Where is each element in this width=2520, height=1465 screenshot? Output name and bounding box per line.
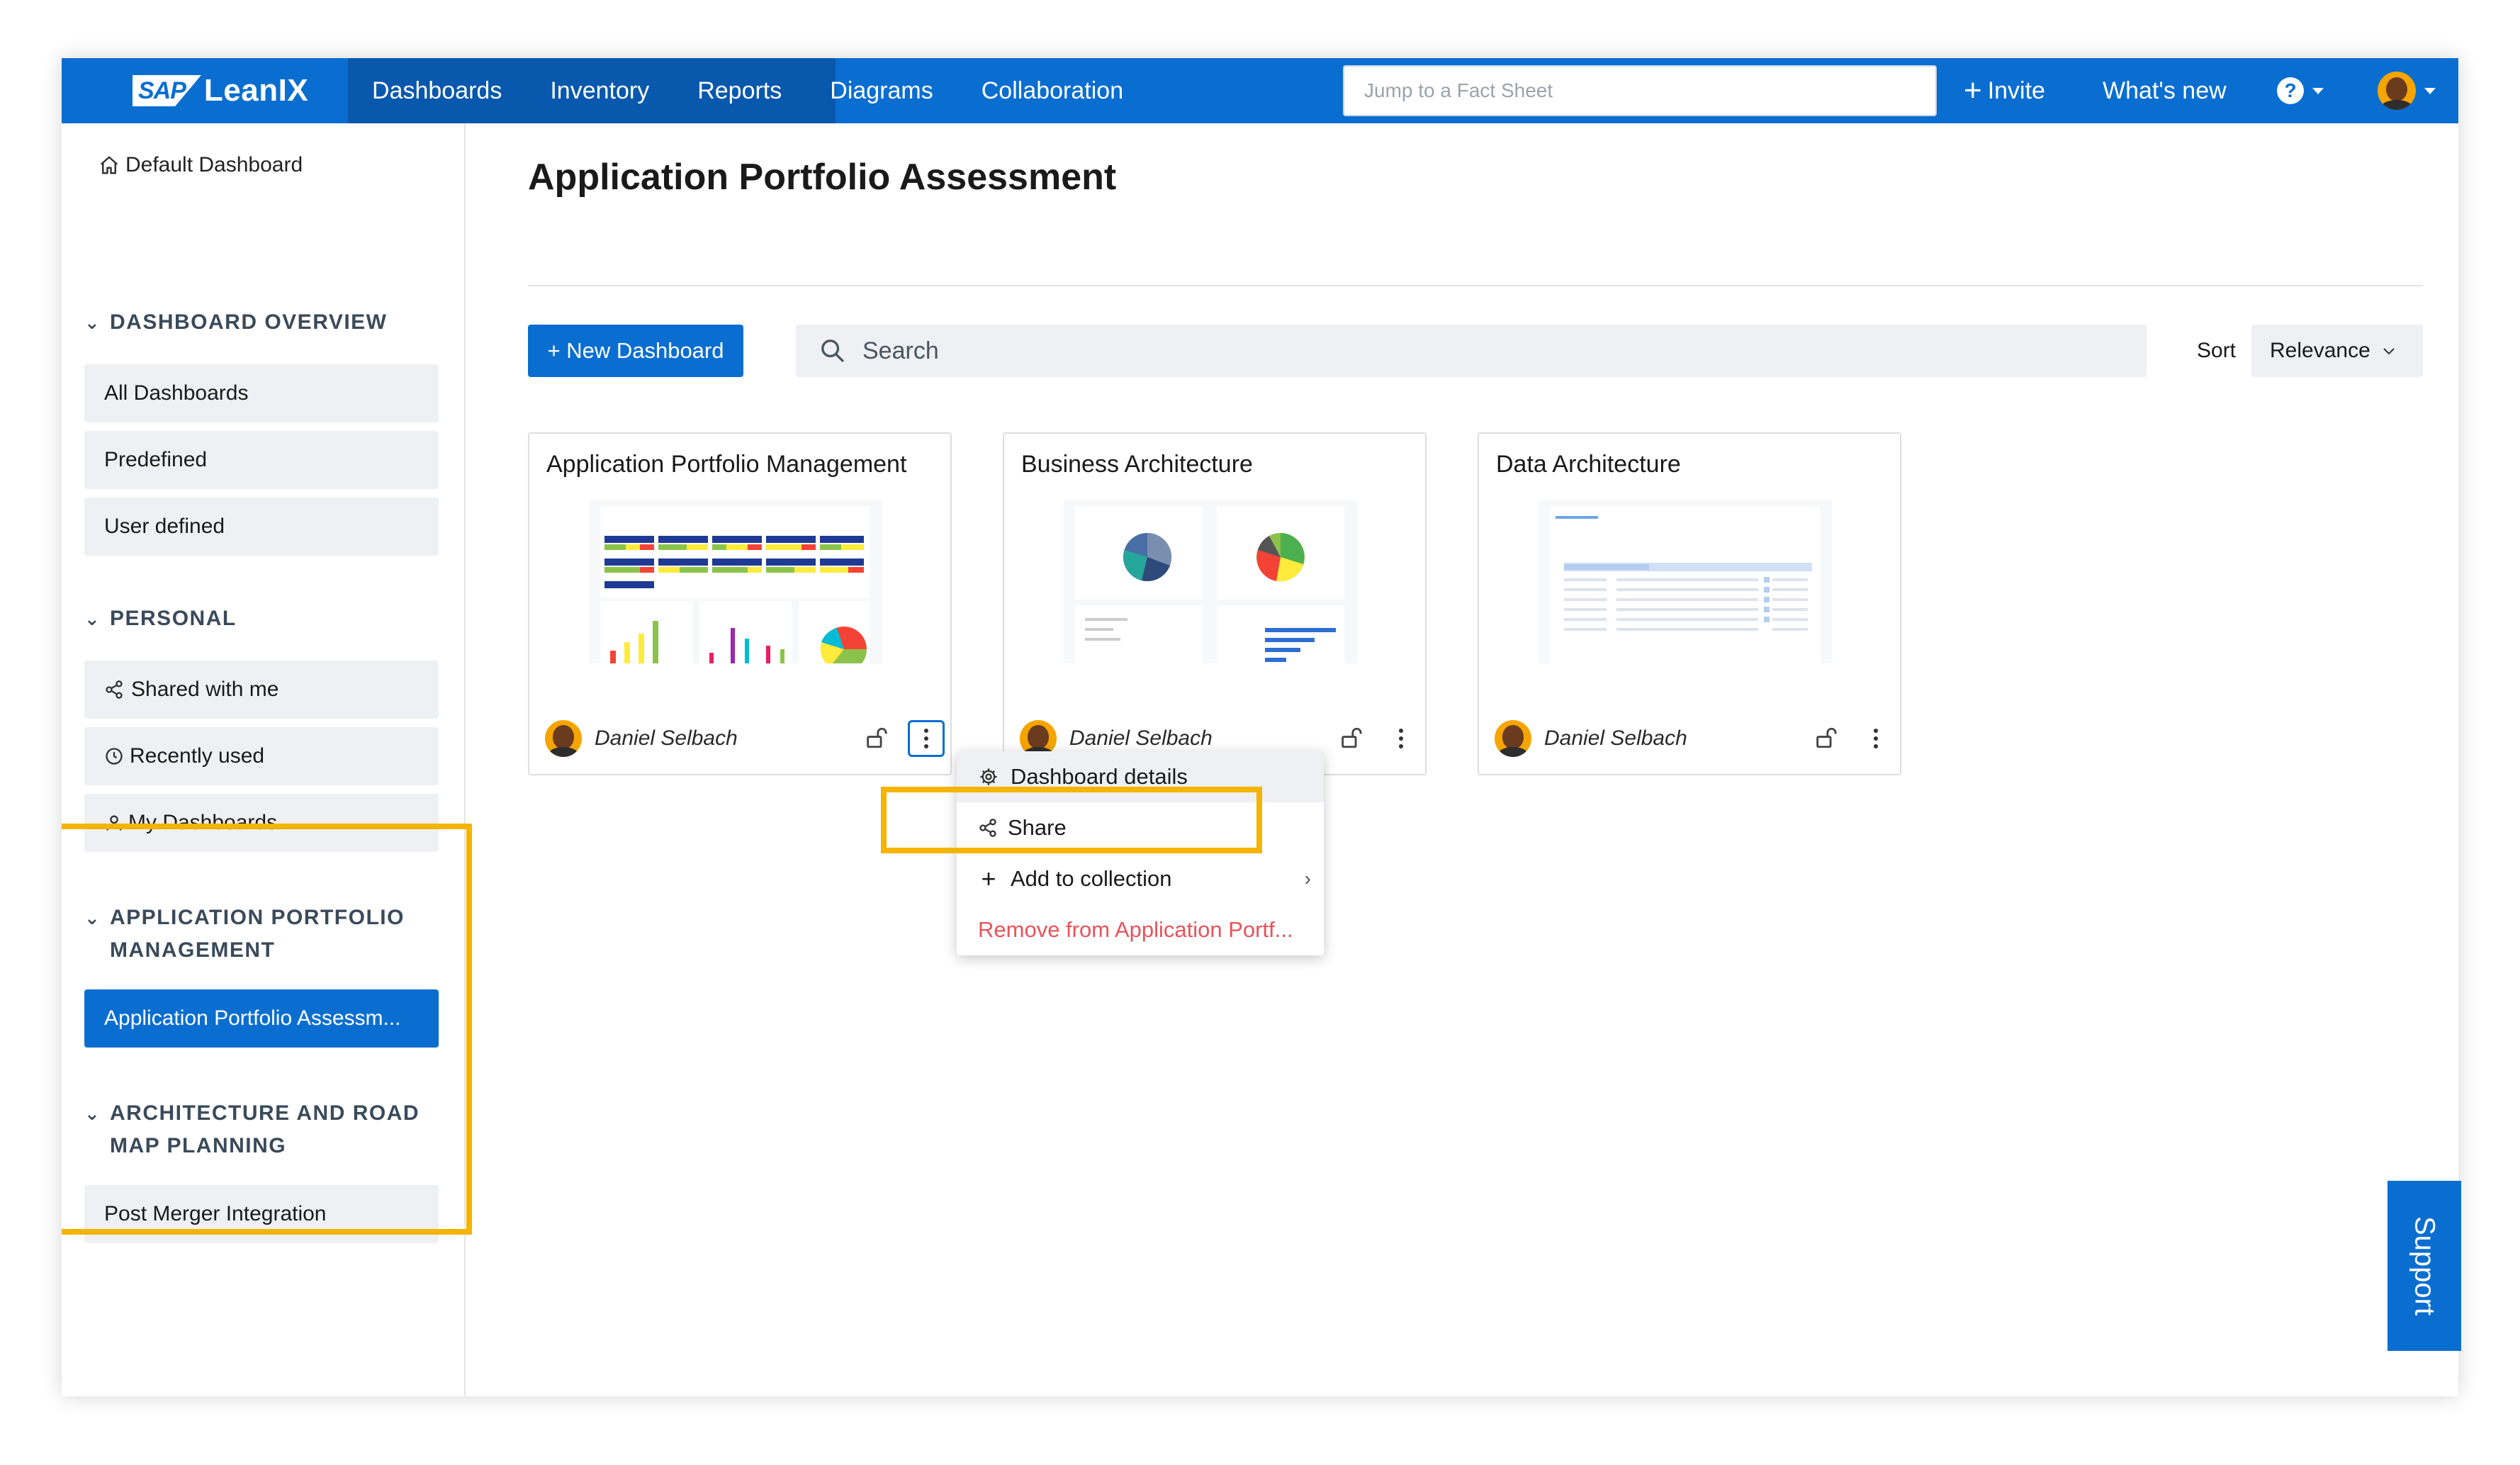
chevron-right-icon: › bbox=[1304, 868, 1311, 889]
leanix-logo[interactable]: SAP LeanIX bbox=[133, 71, 308, 111]
dashboard-card[interactable]: Business Architecture Daniel Selbach bbox=[1003, 432, 1427, 775]
dashboard-card[interactable]: Data Architecture Daniel Selbach bbox=[1478, 432, 1901, 775]
highlight-add-to-collection bbox=[881, 787, 1262, 853]
whats-new-link[interactable]: What's new bbox=[2103, 58, 2227, 123]
sap-logo-mark: SAP bbox=[133, 75, 201, 106]
app-window: SAP LeanIX Dashboards Inventory Reports … bbox=[62, 58, 2458, 1396]
nav-diagrams[interactable]: Diagrams bbox=[806, 77, 957, 105]
plus-icon: + bbox=[981, 864, 996, 893]
unlock-icon[interactable] bbox=[1339, 726, 1363, 750]
default-dashboard-link[interactable]: Default Dashboard bbox=[99, 153, 303, 177]
unlock-icon[interactable] bbox=[1813, 726, 1838, 750]
sidebar-item-all-dashboards[interactable]: All Dashboards bbox=[84, 364, 439, 422]
card-owner: Daniel Selbach bbox=[595, 726, 738, 750]
section-title: PERSONAL bbox=[110, 607, 237, 630]
caret-down-icon bbox=[2312, 87, 2324, 94]
plus-icon: + bbox=[1964, 73, 1982, 108]
sidebar-item-shared-with-me[interactable]: Shared with me bbox=[84, 661, 439, 719]
dashboard-thumbnail bbox=[1539, 500, 1832, 663]
section-dashboard-overview[interactable]: ⌄ DASHBOARD OVERVIEW bbox=[84, 306, 387, 339]
dashboard-thumbnail bbox=[1064, 500, 1357, 663]
invite-button[interactable]: + Invite bbox=[1964, 58, 2045, 123]
top-navigation-bar: SAP LeanIX Dashboards Inventory Reports … bbox=[62, 58, 2458, 123]
sort-select[interactable]: Relevance bbox=[2251, 325, 2423, 377]
main-nav: Dashboards Inventory Reports Diagrams Co… bbox=[348, 58, 1147, 123]
caret-down-icon bbox=[2424, 87, 2436, 94]
card-owner: Daniel Selbach bbox=[1069, 726, 1213, 750]
card-more-options-button[interactable] bbox=[1383, 720, 1419, 757]
chevron-down-icon bbox=[2383, 348, 2395, 355]
help-menu-button[interactable]: ? bbox=[2277, 58, 2324, 123]
support-tab[interactable]: Support bbox=[2387, 1181, 2461, 1351]
card-footer: Daniel Selbach bbox=[1495, 719, 1889, 758]
card-footer: Daniel Selbach bbox=[545, 719, 945, 758]
highlight-collections bbox=[62, 824, 472, 1235]
menu-item-add-to-collection[interactable]: + Add to collection › bbox=[957, 853, 1324, 904]
card-title: Application Portfolio Management bbox=[546, 451, 907, 478]
nav-collaboration[interactable]: Collaboration bbox=[957, 77, 1147, 105]
nav-reports[interactable]: Reports bbox=[673, 77, 806, 105]
sidebar-item-predefined[interactable]: Predefined bbox=[84, 431, 439, 489]
sidebar-item-user-defined[interactable]: User defined bbox=[84, 498, 439, 556]
search-placeholder: Search bbox=[862, 337, 939, 364]
logo-text: LeanIX bbox=[203, 73, 309, 108]
sort-value: Relevance bbox=[2270, 339, 2370, 362]
user-menu-button[interactable] bbox=[2378, 58, 2436, 123]
menu-item-label: Add to collection bbox=[1011, 866, 1172, 891]
dashboard-search-input[interactable]: Search bbox=[796, 325, 2147, 377]
new-dashboard-button[interactable]: + New Dashboard bbox=[528, 325, 743, 377]
sort-label: Sort bbox=[2197, 339, 2237, 362]
default-dashboard-label: Default Dashboard bbox=[125, 153, 303, 176]
menu-item-label: Dashboard details bbox=[1011, 764, 1188, 789]
sidebar-item-recently-used[interactable]: Recently used bbox=[84, 727, 439, 785]
main-content: Application Portfolio Assessment + New D… bbox=[466, 123, 2458, 1396]
owner-avatar bbox=[1495, 720, 1531, 757]
user-avatar bbox=[2378, 72, 2416, 110]
card-context-menu: Dashboard details Share + Add to collect… bbox=[957, 751, 1324, 955]
home-icon bbox=[100, 156, 118, 174]
nav-inventory[interactable]: Inventory bbox=[526, 77, 673, 105]
dashboard-card[interactable]: Application Portfolio Management Daniel … bbox=[528, 432, 952, 775]
gear-icon bbox=[980, 768, 997, 785]
search-icon bbox=[821, 339, 845, 363]
help-icon: ? bbox=[2277, 77, 2304, 104]
sidebar-item-label: Shared with me bbox=[131, 678, 279, 701]
card-title: Business Architecture bbox=[1021, 451, 1253, 478]
chevron-down-icon: ⌄ bbox=[84, 312, 101, 333]
page-title: Application Portfolio Assessment bbox=[528, 157, 1117, 198]
owner-avatar bbox=[545, 720, 582, 757]
section-title: DASHBOARD OVERVIEW bbox=[110, 310, 388, 334]
card-more-options-button[interactable] bbox=[1857, 720, 1894, 757]
card-title: Data Architecture bbox=[1496, 451, 1681, 478]
sidebar-item-label: Recently used bbox=[130, 744, 265, 768]
menu-item-remove-from-collection[interactable]: Remove from Application Portf... bbox=[957, 904, 1324, 955]
dashboard-thumbnail bbox=[589, 500, 882, 663]
support-label: Support bbox=[2409, 1216, 2441, 1316]
fact-sheet-search-input[interactable]: Jump to a Fact Sheet bbox=[1343, 65, 1937, 116]
divider bbox=[528, 285, 2423, 286]
clock-icon bbox=[106, 748, 123, 765]
invite-label: Invite bbox=[1987, 77, 2045, 104]
new-dashboard-label: New Dashboard bbox=[566, 338, 724, 363]
share-icon bbox=[106, 680, 123, 699]
section-personal[interactable]: ⌄ PERSONAL bbox=[84, 602, 237, 635]
plus-icon: + bbox=[547, 338, 567, 363]
card-more-options-button[interactable] bbox=[908, 720, 945, 757]
card-owner: Daniel Selbach bbox=[1544, 726, 1687, 750]
chevron-down-icon: ⌄ bbox=[84, 608, 101, 629]
unlock-icon[interactable] bbox=[864, 726, 888, 750]
nav-dashboards[interactable]: Dashboards bbox=[348, 77, 526, 105]
